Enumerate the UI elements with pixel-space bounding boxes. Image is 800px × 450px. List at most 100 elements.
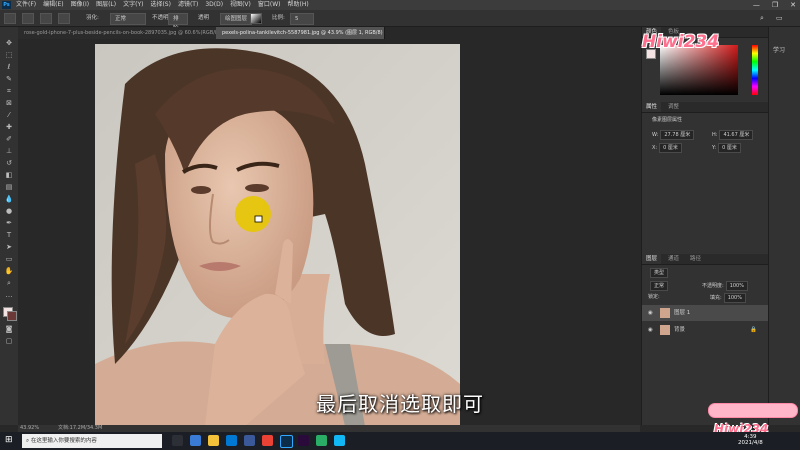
type-tool-icon[interactable]: T bbox=[4, 231, 14, 240]
fill-label: 填充: bbox=[710, 295, 722, 301]
crop-tool-icon[interactable]: ⌗ bbox=[4, 87, 14, 96]
tab-paths[interactable]: 路径 bbox=[686, 254, 705, 264]
menu-3d[interactable]: 3D(D) bbox=[205, 0, 223, 10]
menu-window[interactable]: 窗口(W) bbox=[258, 0, 281, 10]
hand-tool-icon[interactable]: ✋ bbox=[4, 267, 14, 276]
fill-input[interactable]: 100% bbox=[723, 293, 746, 303]
frame-tool-icon[interactable]: ⊠ bbox=[4, 99, 14, 108]
maximize-button[interactable]: ❐ bbox=[772, 0, 778, 10]
menu-select[interactable]: 选择(S) bbox=[150, 0, 171, 10]
learn-panel-button[interactable]: 学习 bbox=[773, 45, 785, 54]
tab-document-1[interactable]: rose-gold-iphone-7-plus-beside-pencils-o… bbox=[18, 27, 217, 39]
y-field: Y: 0 厘米 bbox=[712, 143, 741, 153]
eyedropper-tool-icon[interactable]: ⁄ bbox=[4, 111, 14, 120]
eraser-tool-icon[interactable]: ◧ bbox=[4, 171, 14, 180]
hue-slider[interactable] bbox=[752, 45, 758, 95]
brush-tool-icon[interactable]: ✐ bbox=[4, 135, 14, 144]
tab-adjustments[interactable]: 调整 bbox=[664, 102, 683, 112]
x-field: X: 0 厘米 bbox=[652, 143, 682, 153]
y-input[interactable]: 0 厘米 bbox=[718, 143, 741, 153]
menu-file[interactable]: 文件(F) bbox=[16, 0, 36, 10]
recording-toolbar[interactable] bbox=[708, 403, 798, 418]
tool-preset-picker[interactable] bbox=[4, 13, 16, 24]
layer-blend-mode-select[interactable]: 正常 bbox=[650, 281, 669, 291]
brush-tip-button[interactable] bbox=[58, 13, 70, 24]
lasso-tool-icon[interactable]: ℓ bbox=[4, 63, 14, 72]
premiere-icon[interactable] bbox=[298, 435, 309, 446]
menu-help[interactable]: 帮助(H) bbox=[288, 0, 309, 10]
qq-icon[interactable] bbox=[334, 435, 345, 446]
opacity-input[interactable]: 5 bbox=[290, 13, 314, 25]
file-explorer-icon[interactable] bbox=[208, 435, 219, 446]
history-brush-tool-icon[interactable]: ↺ bbox=[4, 159, 14, 168]
tab-document-2[interactable]: pexels-polina-tankilevitch-5587981.jpg @… bbox=[216, 27, 385, 39]
move-tool-icon[interactable]: ✥ bbox=[4, 39, 14, 48]
canvas-area[interactable] bbox=[18, 39, 640, 426]
color-picker-field[interactable] bbox=[660, 45, 738, 95]
quick-select-tool-icon[interactable]: ✎ bbox=[4, 75, 14, 84]
menu-image[interactable]: 图像(I) bbox=[71, 0, 89, 10]
x-input[interactable]: 0 厘米 bbox=[659, 143, 682, 153]
task-view-icon[interactable] bbox=[172, 435, 183, 446]
healing-brush-tool-icon[interactable]: ✚ bbox=[4, 123, 14, 132]
layer-row-2[interactable]: ◉ 背景 🔒 bbox=[642, 322, 769, 338]
quick-mask-icon[interactable]: ◙ bbox=[4, 325, 14, 334]
marquee-tool-icon[interactable]: ⬚ bbox=[4, 51, 14, 60]
wechat-icon[interactable] bbox=[316, 435, 327, 446]
dodge-tool-icon[interactable]: ● bbox=[4, 207, 14, 216]
chrome-icon[interactable] bbox=[262, 435, 273, 446]
layer-kind-select[interactable]: 类型 bbox=[650, 268, 669, 278]
minimize-button[interactable]: — bbox=[753, 0, 760, 10]
menu-edit[interactable]: 编辑(E) bbox=[43, 0, 63, 10]
more-tools-icon[interactable]: … bbox=[4, 291, 14, 300]
path-select-tool-icon[interactable]: ➤ bbox=[4, 243, 14, 252]
tab-layers[interactable]: 图层 bbox=[642, 254, 662, 264]
zoom-tool-icon[interactable]: ⌕ bbox=[4, 279, 14, 288]
menu-layer[interactable]: 图层(L) bbox=[96, 0, 116, 10]
layer-opacity-input[interactable]: 100% bbox=[725, 281, 748, 291]
watermark-logo: Hiwi234 bbox=[642, 32, 720, 52]
layer-thumbnail bbox=[660, 325, 670, 335]
layer-row-1[interactable]: ◉ 图层 1 bbox=[642, 305, 769, 321]
tab-channels[interactable]: 通道 bbox=[664, 254, 683, 264]
visibility-eye-icon[interactable]: ◉ bbox=[648, 305, 653, 321]
workspace-icon[interactable]: ▭ bbox=[776, 13, 783, 23]
brush-settings-button[interactable] bbox=[40, 13, 52, 24]
blur-tool-icon[interactable]: 💧 bbox=[4, 195, 14, 204]
edge-icon[interactable] bbox=[190, 435, 201, 446]
pen-tool-icon[interactable]: ✒ bbox=[4, 219, 14, 228]
clock[interactable]: 4:39 2021/4/8 bbox=[738, 434, 763, 446]
windows-start-icon[interactable]: ⊞ bbox=[5, 435, 13, 445]
app-icon-1[interactable] bbox=[244, 435, 255, 446]
photoshop-logo-icon[interactable]: Ps bbox=[2, 1, 11, 9]
transparent-checkbox[interactable]: 透明 bbox=[198, 13, 209, 23]
tab-properties[interactable]: 属性 bbox=[642, 102, 662, 112]
visibility-eye-icon[interactable]: ◉ bbox=[648, 322, 653, 338]
menu-type[interactable]: 文字(Y) bbox=[123, 0, 143, 10]
height-label: H: bbox=[712, 132, 718, 138]
close-button[interactable]: ✕ bbox=[790, 0, 796, 10]
brush-size-picker[interactable] bbox=[22, 13, 34, 24]
blend-mode-field: 正常 bbox=[648, 281, 669, 291]
search-icon[interactable]: ⌕ bbox=[760, 13, 764, 23]
photoshop-taskbar-icon[interactable] bbox=[280, 435, 293, 448]
zoom-readout[interactable]: 43.92% bbox=[20, 425, 39, 432]
sample-select[interactable]: 绘图图层 bbox=[220, 13, 252, 25]
menu-filter[interactable]: 滤镜(T) bbox=[178, 0, 198, 10]
clone-stamp-tool-icon[interactable]: ⊥ bbox=[4, 147, 14, 156]
ratio-label: 比例: bbox=[272, 15, 285, 21]
menu-view[interactable]: 视图(V) bbox=[230, 0, 251, 10]
photo-portrait-image[interactable] bbox=[95, 44, 460, 426]
store-icon[interactable] bbox=[226, 435, 237, 446]
mode-select[interactable]: 正常 bbox=[110, 13, 146, 25]
shape-tool-icon[interactable]: ▭ bbox=[4, 255, 14, 264]
lock-icon: 🔒 bbox=[750, 327, 757, 333]
background-color-swatch[interactable] bbox=[7, 311, 17, 321]
screen-mode-icon[interactable]: ▢ bbox=[4, 337, 14, 346]
gradient-swatch[interactable] bbox=[250, 13, 262, 24]
width-input[interactable]: 27.78 厘米 bbox=[660, 130, 695, 140]
taskbar-search-box[interactable]: ⌕ 在这里输入你要搜索的内容 bbox=[22, 434, 162, 448]
gradient-tool-icon[interactable]: ▤ bbox=[4, 183, 14, 192]
blend-mode-select[interactable]: 排除 bbox=[168, 13, 188, 32]
height-input[interactable]: 41.67 厘米 bbox=[719, 130, 754, 140]
